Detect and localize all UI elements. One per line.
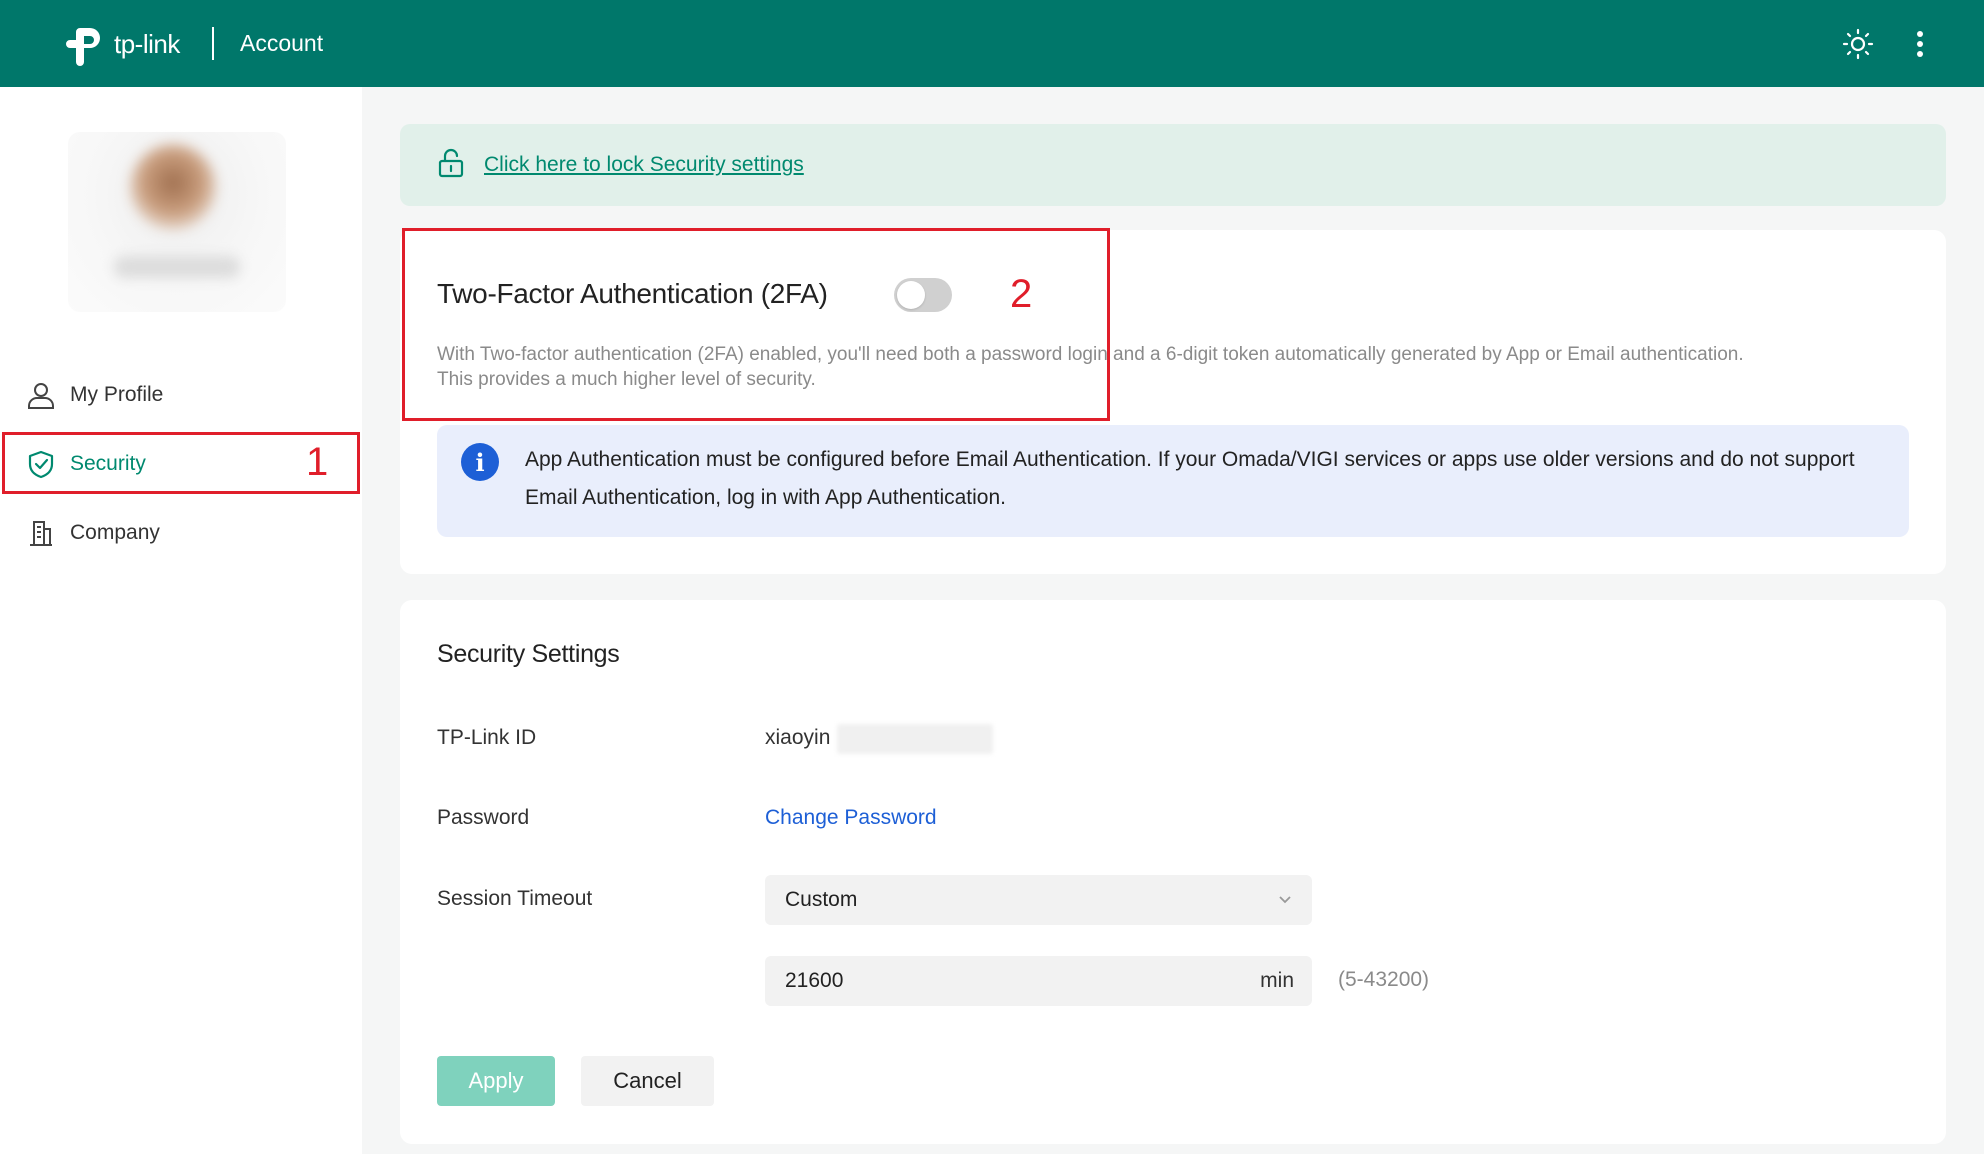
info-notice: i App Authentication must be configured … xyxy=(437,425,1909,537)
tplink-id-value: xiaoyin xyxy=(765,726,831,749)
profile-name-blurred xyxy=(114,256,240,278)
session-timeout-selected: Custom xyxy=(785,888,858,911)
tplink-logo-icon xyxy=(60,20,108,68)
security-settings-title: Security Settings xyxy=(437,640,620,668)
chevron-down-icon xyxy=(1276,890,1294,914)
info-text: App Authentication must be configured be… xyxy=(525,448,1855,509)
app-title: Account xyxy=(240,30,324,56)
tplink-id-label: TP-Link ID xyxy=(437,726,537,749)
brand-name: tp-link xyxy=(114,28,180,59)
sidebar-item-label: Company xyxy=(70,521,160,544)
annotation-box-2fa xyxy=(402,228,1110,421)
annotation-number-1: 1 xyxy=(306,440,329,484)
session-timeout-input[interactable]: 21600 min xyxy=(765,956,1312,1006)
password-label: Password xyxy=(437,806,530,829)
session-timeout-select[interactable]: Custom xyxy=(765,875,1312,925)
sidebar-item-label: My Profile xyxy=(70,383,164,406)
lock-security-link[interactable]: Click here to lock Security settings xyxy=(484,153,804,177)
apply-button[interactable]: Apply xyxy=(437,1056,555,1106)
sidebar: My Profile Security Company xyxy=(0,87,362,1154)
unlock-icon xyxy=(436,147,466,184)
change-password-link[interactable]: Change Password xyxy=(765,806,937,830)
more-vertical-icon[interactable] xyxy=(1900,24,1940,64)
sidebar-item-company[interactable]: Company xyxy=(0,503,362,563)
timeout-range-hint: (5-43200) xyxy=(1338,968,1430,991)
tplink-id-redacted xyxy=(837,724,993,754)
building-icon xyxy=(26,518,56,548)
tplink-logo[interactable]: tp-link xyxy=(60,20,180,68)
timeout-unit: min xyxy=(1260,969,1294,992)
annotation-number-2: 2 xyxy=(1010,272,1033,316)
header-divider xyxy=(212,27,214,60)
brightness-icon[interactable] xyxy=(1838,24,1878,64)
security-settings-card: Security Settings TP-Link ID xiaoyin Pas… xyxy=(400,600,1946,1144)
user-icon xyxy=(26,380,56,410)
sidebar-item-my-profile[interactable]: My Profile xyxy=(0,365,362,425)
session-timeout-value: 21600 xyxy=(785,969,844,992)
avatar xyxy=(130,144,216,230)
profile-card xyxy=(68,132,286,312)
session-timeout-label: Session Timeout xyxy=(437,887,593,910)
info-icon: i xyxy=(461,443,499,481)
top-header: tp-link Account xyxy=(0,0,1984,87)
cancel-button[interactable]: Cancel xyxy=(581,1056,714,1106)
lock-security-banner: Click here to lock Security settings xyxy=(400,124,1946,206)
